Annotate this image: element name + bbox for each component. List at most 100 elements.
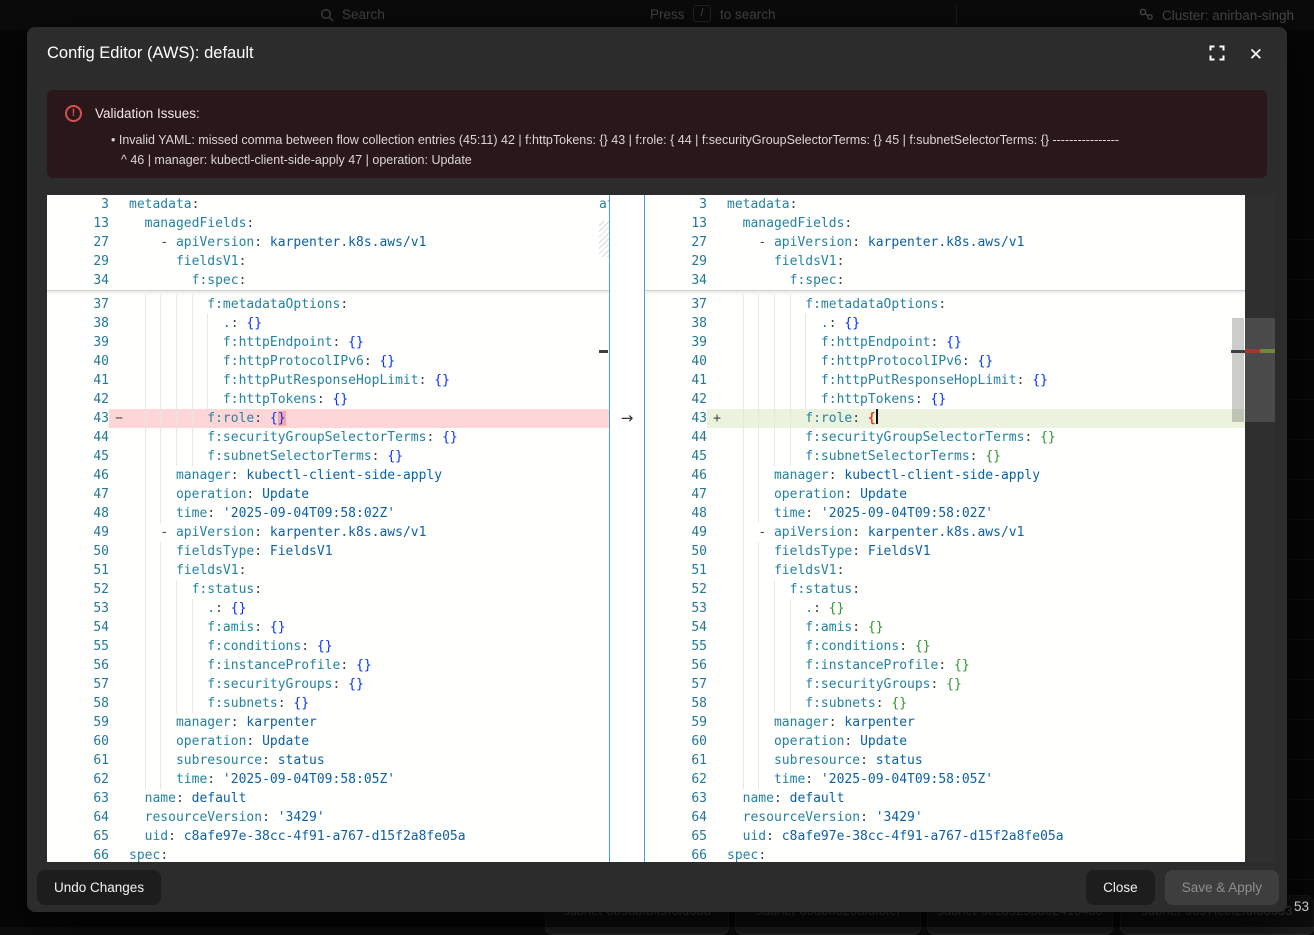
code-line[interactable]: 47 operation: Update	[645, 485, 1245, 504]
line-number: 64	[645, 808, 707, 827]
code-line[interactable]: 38 .: {}	[47, 314, 609, 333]
fullscreen-icon[interactable]	[1209, 45, 1225, 63]
code-line[interactable]: 49 - apiVersion: karpenter.k8s.aws/v1	[645, 523, 1245, 542]
line-number: 50	[47, 542, 109, 561]
code-line[interactable]: 51 fieldsV1:	[47, 561, 609, 580]
code-line[interactable]: 58 f:subnets: {}	[645, 694, 1245, 713]
code-line[interactable]: 44 f:securityGroupSelectorTerms: {}	[645, 428, 1245, 447]
code-line[interactable]: 43+ f:role: {	[645, 409, 1245, 428]
diff-sign	[707, 808, 727, 827]
sticky-code-line[interactable]: 3metadata:	[645, 195, 1245, 214]
code-line[interactable]: 42 f:httpTokens: {}	[645, 390, 1245, 409]
code-line[interactable]: 59 manager: karpenter	[47, 713, 609, 732]
code-line[interactable]: 56 f:instanceProfile: {}	[645, 656, 1245, 675]
code-line[interactable]: 40 f:httpProtocolIPv6: {}	[47, 352, 609, 371]
code-line[interactable]: 59 manager: karpenter	[645, 713, 1245, 732]
code-line[interactable]: 54 f:amis: {}	[47, 618, 609, 637]
line-number: 34	[47, 271, 109, 290]
close-icon[interactable]: ✕	[1249, 46, 1263, 63]
line-number: 40	[645, 352, 707, 371]
diff-pane-modified[interactable]: 37 f:metadataOptions:38 .: {}39 f:httpEn…	[645, 195, 1245, 862]
code-line[interactable]: 39 f:httpEndpoint: {}	[47, 333, 609, 352]
code-line[interactable]: 37 f:metadataOptions:	[47, 295, 609, 314]
code-line[interactable]: 65 uid: c8afe97e-38cc-4f91-a767-d15f2a8f…	[47, 827, 609, 846]
code-line[interactable]: 64 resourceVersion: '3429'	[645, 808, 1245, 827]
code-line[interactable]: 42 f:httpTokens: {}	[47, 390, 609, 409]
code-line[interactable]: 50 fieldsType: FieldsV1	[47, 542, 609, 561]
code-line[interactable]: 60 operation: Update	[47, 732, 609, 751]
diff-sign	[109, 675, 129, 694]
code-line[interactable]: 45 f:subnetSelectorTerms: {}	[645, 447, 1245, 466]
sticky-scroll-header[interactable]: 3metadata:13 managedFields:27 - apiVersi…	[47, 195, 609, 291]
code-line[interactable]: 39 f:httpEndpoint: {}	[645, 333, 1245, 352]
code-line[interactable]: 54 f:amis: {}	[645, 618, 1245, 637]
sticky-code-line[interactable]: 27 - apiVersion: karpenter.k8s.aws/v1	[645, 233, 1245, 252]
code-line[interactable]: 47 operation: Update	[47, 485, 609, 504]
code-line[interactable]: 46 manager: kubectl-client-side-apply	[645, 466, 1245, 485]
line-number: 29	[47, 252, 109, 271]
code-line[interactable]: 50 fieldsType: FieldsV1	[645, 542, 1245, 561]
code-line[interactable]: 45 f:subnetSelectorTerms: {}	[47, 447, 609, 466]
code-line[interactable]: 48 time: '2025-09-04T09:58:02Z'	[645, 504, 1245, 523]
sticky-code-line[interactable]: 29 fieldsV1:	[645, 252, 1245, 271]
right-pane-scrollbar[interactable]	[1231, 195, 1245, 862]
code-line[interactable]: 43− f:role: {}	[47, 409, 609, 428]
code-line[interactable]: 66spec:	[47, 846, 609, 862]
code-line[interactable]: 41 f:httpPutResponseHopLimit: {}	[47, 371, 609, 390]
code-line[interactable]: 51 fieldsV1:	[645, 561, 1245, 580]
code-line[interactable]: 40 f:httpProtocolIPv6: {}	[645, 352, 1245, 371]
code-line[interactable]: 41 f:httpPutResponseHopLimit: {}	[645, 371, 1245, 390]
sticky-code-line[interactable]: 34 f:spec:	[47, 271, 609, 290]
code-line[interactable]: 60 operation: Update	[645, 732, 1245, 751]
sticky-code-line[interactable]: 13 managedFields:	[645, 214, 1245, 233]
code-line[interactable]: 48 time: '2025-09-04T09:58:02Z'	[47, 504, 609, 523]
code-line[interactable]: 44 f:securityGroupSelectorTerms: {}	[47, 428, 609, 447]
line-number: 48	[47, 504, 109, 523]
undo-changes-button[interactable]: Undo Changes	[37, 870, 161, 905]
sticky-code-line[interactable]: 13 managedFields:	[47, 214, 609, 233]
code-line[interactable]: 63 name: default	[47, 789, 609, 808]
line-number: 48	[645, 504, 707, 523]
code-line[interactable]: 61 subresource: status	[47, 751, 609, 770]
code-line[interactable]: 65 uid: c8afe97e-38cc-4f91-a767-d15f2a8f…	[645, 827, 1245, 846]
diff-sign	[707, 485, 727, 504]
revert-change-arrow[interactable]: →	[610, 409, 644, 428]
yaml-diff-editor[interactable]: at 37 f:metadataOptions:38 .: {}39 f:htt…	[47, 195, 1275, 862]
code-line[interactable]: 55 f:conditions: {}	[47, 637, 609, 656]
code-line[interactable]: 52 f:status:	[645, 580, 1245, 599]
code-line[interactable]: 37 f:metadataOptions:	[645, 295, 1245, 314]
code-line[interactable]: 63 name: default	[645, 789, 1245, 808]
code-line[interactable]: 57 f:securityGroups: {}	[47, 675, 609, 694]
save-apply-button[interactable]: Save & Apply	[1165, 870, 1279, 905]
code-line[interactable]: 38 .: {}	[645, 314, 1245, 333]
sticky-code-line[interactable]: 29 fieldsV1:	[47, 252, 609, 271]
code-line[interactable]: 53 .: {}	[645, 599, 1245, 618]
sticky-code-line[interactable]: 34 f:spec:	[645, 271, 1245, 290]
code-line[interactable]: 66spec:	[645, 846, 1245, 862]
code-line[interactable]: 61 subresource: status	[645, 751, 1245, 770]
diff-sign	[707, 295, 727, 314]
code-line[interactable]: 53 .: {}	[47, 599, 609, 618]
sticky-code-line[interactable]: 3metadata:	[47, 195, 609, 214]
sticky-code-line[interactable]: 27 - apiVersion: karpenter.k8s.aws/v1	[47, 233, 609, 252]
code-line[interactable]: 57 f:securityGroups: {}	[645, 675, 1245, 694]
code-line[interactable]: 49 - apiVersion: karpenter.k8s.aws/v1	[47, 523, 609, 542]
code-line[interactable]: 62 time: '2025-09-04T09:58:05Z'	[47, 770, 609, 789]
diff-sign	[707, 846, 727, 862]
diff-overview-ruler[interactable]	[1245, 195, 1275, 862]
code-line[interactable]: 56 f:instanceProfile: {}	[47, 656, 609, 675]
code-line[interactable]: 58 f:subnets: {}	[47, 694, 609, 713]
code-line[interactable]: 46 manager: kubectl-client-side-apply	[47, 466, 609, 485]
code-line[interactable]: 64 resourceVersion: '3429'	[47, 808, 609, 827]
sticky-scroll-header[interactable]: 3metadata:13 managedFields:27 - apiVersi…	[645, 195, 1245, 291]
code-line[interactable]: 55 f:conditions: {}	[645, 637, 1245, 656]
overview-slider[interactable]	[1245, 318, 1275, 422]
diff-sash[interactable]: →	[609, 195, 645, 862]
scrollbar-slider[interactable]	[1232, 318, 1244, 422]
code-line[interactable]: 62 time: '2025-09-04T09:58:05Z'	[645, 770, 1245, 789]
diff-pane-original[interactable]: at 37 f:metadataOptions:38 .: {}39 f:htt…	[47, 195, 609, 862]
line-number: 27	[47, 233, 109, 252]
code-line[interactable]: 52 f:status:	[47, 580, 609, 599]
line-number: 65	[47, 827, 109, 846]
close-button[interactable]: Close	[1086, 870, 1155, 905]
